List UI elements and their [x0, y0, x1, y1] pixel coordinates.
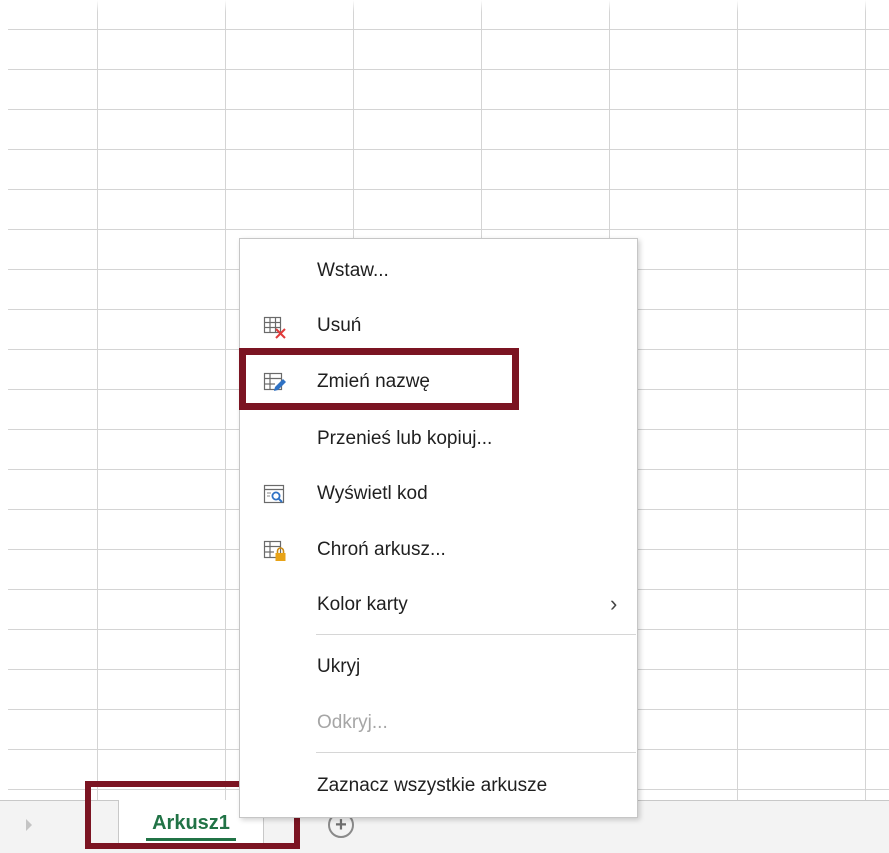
menu-separator	[316, 752, 636, 753]
menu-item-label: Przenieś lub kopiuj...	[317, 428, 493, 449]
menu-item-insert[interactable]: Wstaw...	[240, 251, 637, 291]
menu-item-label: Chroń arkusz...	[317, 539, 446, 560]
menu-item-select-all-sheets[interactable]: Zaznacz wszystkie arkusze	[240, 766, 637, 806]
grid-top-edge	[0, 0, 889, 12]
plus-icon: +	[335, 814, 347, 836]
menu-item-label: Usuń	[317, 315, 362, 336]
menu-item-label: Ukryj	[317, 656, 361, 677]
menu-item-label: Kolor karty	[317, 594, 408, 615]
menu-item-hide[interactable]: Ukryj	[240, 647, 637, 687]
delete-sheet-icon	[263, 315, 287, 339]
sheet-context-menu: Wstaw... Usuń Zmień nazwę Przenieś lub k…	[239, 238, 638, 818]
menu-item-label: Wyświetl kod	[317, 483, 428, 504]
protect-sheet-icon	[263, 539, 287, 563]
grid-left-edge	[0, 0, 8, 800]
menu-item-unhide[interactable]: Odkryj...	[240, 703, 637, 743]
menu-item-move-copy[interactable]: Przenieś lub kopiuj...	[240, 419, 637, 459]
menu-item-label: Zaznacz wszystkie arkusze	[317, 775, 548, 796]
menu-item-view-code[interactable]: Wyświetl kod	[240, 474, 637, 514]
highlight-box-rename	[239, 348, 519, 410]
scroll-tabs-left-icon[interactable]	[26, 819, 32, 831]
menu-item-tab-color[interactable]: Kolor karty ›	[240, 585, 637, 625]
view-code-icon	[263, 483, 287, 507]
menu-item-label: Wstaw...	[317, 260, 389, 281]
chevron-right-icon: ›	[610, 591, 618, 616]
menu-item-protect-sheet[interactable]: Chroń arkusz...	[240, 530, 637, 570]
menu-separator	[316, 634, 636, 635]
menu-item-delete[interactable]: Usuń	[240, 306, 637, 346]
menu-item-label: Odkryj...	[317, 712, 388, 733]
